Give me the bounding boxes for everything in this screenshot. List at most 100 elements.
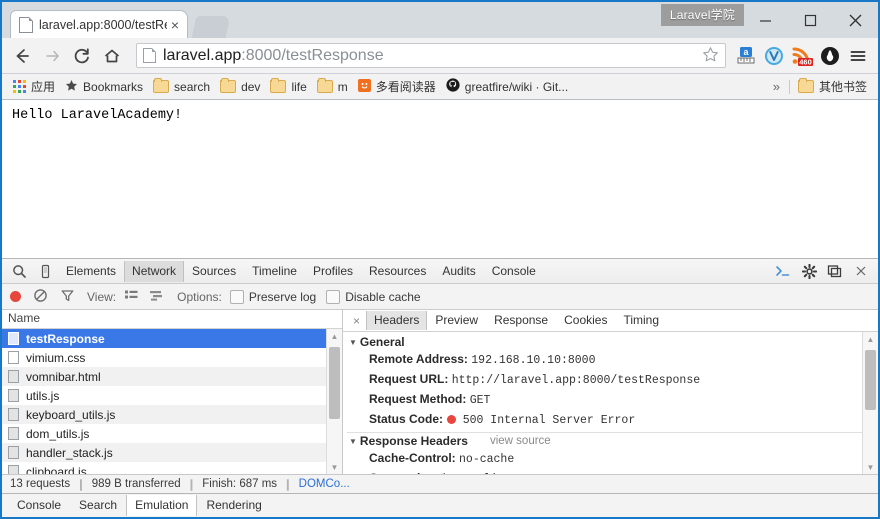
drawer-tab-emulation[interactable]: Emulation bbox=[126, 495, 198, 516]
bookmark-item-bookmarks[interactable]: Bookmarks bbox=[60, 77, 148, 97]
star-icon bbox=[65, 79, 78, 95]
table-row[interactable]: utils.js bbox=[2, 386, 342, 405]
table-row[interactable]: clipboard.js bbox=[2, 462, 342, 474]
details-tab-timing[interactable]: Timing bbox=[615, 311, 667, 330]
new-tab-button[interactable] bbox=[191, 16, 231, 38]
settings-gear-icon[interactable] bbox=[796, 260, 822, 283]
preserve-log-checkbox[interactable] bbox=[229, 289, 244, 304]
bookmark-item-duokan[interactable]: 多看阅读器 bbox=[353, 76, 441, 97]
view-waterfall-icon[interactable] bbox=[149, 289, 165, 305]
request-name: keyboard_utils.js bbox=[26, 407, 116, 422]
table-row[interactable]: testResponse bbox=[2, 329, 342, 348]
response-headers-section-title[interactable]: ▼ Response Headers view source bbox=[347, 432, 878, 449]
disable-cache-checkbox[interactable] bbox=[326, 289, 341, 304]
table-row[interactable]: vomnibar.html bbox=[2, 367, 342, 386]
details-tab-preview[interactable]: Preview bbox=[427, 311, 486, 330]
table-row[interactable]: vimium.css bbox=[2, 348, 342, 367]
details-tab-headers[interactable]: Headers bbox=[366, 311, 428, 330]
general-section-title[interactable]: ▼ General bbox=[347, 334, 878, 350]
status-error-dot-icon bbox=[447, 415, 457, 424]
window-controls bbox=[743, 2, 878, 38]
devtools-tab-sources[interactable]: Sources bbox=[184, 261, 244, 282]
table-row[interactable]: dom_utils.js bbox=[2, 424, 342, 443]
view-source-link[interactable]: view source bbox=[490, 435, 551, 447]
details-close-icon[interactable]: × bbox=[347, 314, 366, 328]
request-name: utils.js bbox=[26, 388, 60, 403]
home-icon[interactable] bbox=[98, 42, 126, 70]
bookmark-item-dev[interactable]: dev bbox=[215, 78, 265, 96]
bookmark-label: Bookmarks bbox=[83, 79, 144, 94]
github-icon bbox=[446, 78, 460, 95]
devtools-tab-audits[interactable]: Audits bbox=[434, 261, 483, 282]
filter-funnel-icon[interactable] bbox=[60, 288, 75, 306]
folder-icon bbox=[316, 78, 333, 93]
scroll-down-arrow-icon[interactable]: ▼ bbox=[327, 460, 342, 474]
close-window-icon[interactable] bbox=[833, 3, 878, 37]
ruler-extension-icon[interactable]: a bbox=[732, 42, 760, 70]
rss-extension-icon[interactable]: 460 bbox=[788, 42, 816, 70]
bookmarks-overflow-icon[interactable]: » bbox=[767, 79, 786, 94]
details-tab-cookies[interactable]: Cookies bbox=[556, 311, 615, 330]
inspect-search-icon[interactable] bbox=[6, 260, 32, 283]
scroll-down-arrow-icon[interactable]: ▼ bbox=[863, 460, 878, 474]
v-extension-icon[interactable] bbox=[760, 42, 788, 70]
bookmark-item-search[interactable]: search bbox=[148, 78, 215, 96]
request-count: 13 requests bbox=[10, 478, 71, 490]
bookmark-item-greatfire[interactable]: greatfire/wiki · Git... bbox=[441, 76, 573, 97]
drawer-tab-console[interactable]: Console bbox=[8, 495, 70, 516]
header-key: Cache-Control: bbox=[369, 451, 456, 465]
devtools-tab-network[interactable]: Network bbox=[124, 260, 185, 282]
scrollbar-thumb[interactable] bbox=[865, 350, 876, 410]
close-tab-icon[interactable]: × bbox=[167, 17, 183, 33]
devtools-tab-profiles[interactable]: Profiles bbox=[305, 261, 361, 282]
bookmark-other-folder[interactable]: 其他书签 bbox=[793, 76, 872, 97]
dock-position-icon[interactable] bbox=[822, 260, 848, 283]
reload-icon[interactable] bbox=[68, 42, 96, 70]
request-list-header[interactable]: Name bbox=[2, 310, 342, 329]
devtools-tab-timeline[interactable]: Timeline bbox=[244, 261, 305, 282]
table-row[interactable]: keyboard_utils.js bbox=[2, 405, 342, 424]
console-drawer-icon[interactable] bbox=[770, 260, 796, 283]
bookmark-label: greatfire/wiki · Git... bbox=[464, 79, 569, 94]
maximize-icon[interactable] bbox=[788, 3, 833, 37]
scroll-up-arrow-icon[interactable]: ▲ bbox=[863, 332, 878, 346]
devtools-tab-resources[interactable]: Resources bbox=[361, 261, 434, 282]
folder-icon bbox=[270, 78, 287, 93]
request-list-scrollbar[interactable]: ▲ ▼ bbox=[326, 329, 342, 474]
clear-button-icon[interactable] bbox=[33, 288, 48, 306]
minimize-icon[interactable] bbox=[743, 3, 788, 37]
address-bar[interactable]: laravel.app:8000/testResponse bbox=[136, 43, 726, 68]
scroll-up-arrow-icon[interactable]: ▲ bbox=[327, 329, 342, 343]
table-row[interactable]: handler_stack.js bbox=[2, 443, 342, 462]
drawer-tab-rendering[interactable]: Rendering bbox=[197, 495, 270, 516]
devtools-panel: Elements Network Sources Timeline Profil… bbox=[2, 258, 878, 517]
scrollbar-thumb[interactable] bbox=[329, 347, 340, 419]
browser-menu-icon[interactable] bbox=[844, 42, 872, 70]
address-host: laravel.app bbox=[163, 46, 242, 64]
record-button-icon[interactable] bbox=[10, 291, 21, 302]
details-tab-response[interactable]: Response bbox=[486, 311, 556, 330]
bookmark-apps[interactable]: 应用 bbox=[8, 76, 60, 97]
devtools-tab-console[interactable]: Console bbox=[484, 261, 544, 282]
browser-tab[interactable]: laravel.app:8000/testRe: × bbox=[10, 10, 188, 38]
devtools-close-icon[interactable] bbox=[848, 260, 874, 283]
bookmark-item-life[interactable]: life bbox=[265, 78, 311, 96]
apps-grid-icon bbox=[13, 80, 26, 93]
request-name: vimium.css bbox=[26, 350, 86, 365]
back-icon[interactable] bbox=[8, 42, 36, 70]
header-value: http://laravel.app:8000/testResponse bbox=[451, 374, 701, 387]
bookmark-star-icon[interactable] bbox=[702, 46, 719, 66]
disable-cache-option[interactable]: Disable cache bbox=[326, 289, 421, 304]
devtools-tab-elements[interactable]: Elements bbox=[58, 261, 124, 282]
view-list-icon[interactable] bbox=[124, 289, 139, 305]
drawer-tab-search[interactable]: Search bbox=[70, 495, 126, 516]
device-mode-icon[interactable] bbox=[32, 260, 58, 283]
preserve-log-option[interactable]: Preserve log bbox=[229, 289, 316, 304]
details-scrollbar[interactable]: ▲ ▼ bbox=[862, 332, 878, 474]
flame-extension-icon[interactable] bbox=[816, 42, 844, 70]
bookmark-item-m[interactable]: m bbox=[312, 78, 353, 96]
view-label: View: bbox=[87, 289, 117, 304]
network-filter-toolbar: View: Options: Preserve log Disable cach… bbox=[2, 284, 878, 310]
header-row-status: Status Code: 500 Internal Server Error bbox=[347, 410, 878, 430]
request-name: clipboard.js bbox=[26, 464, 87, 475]
